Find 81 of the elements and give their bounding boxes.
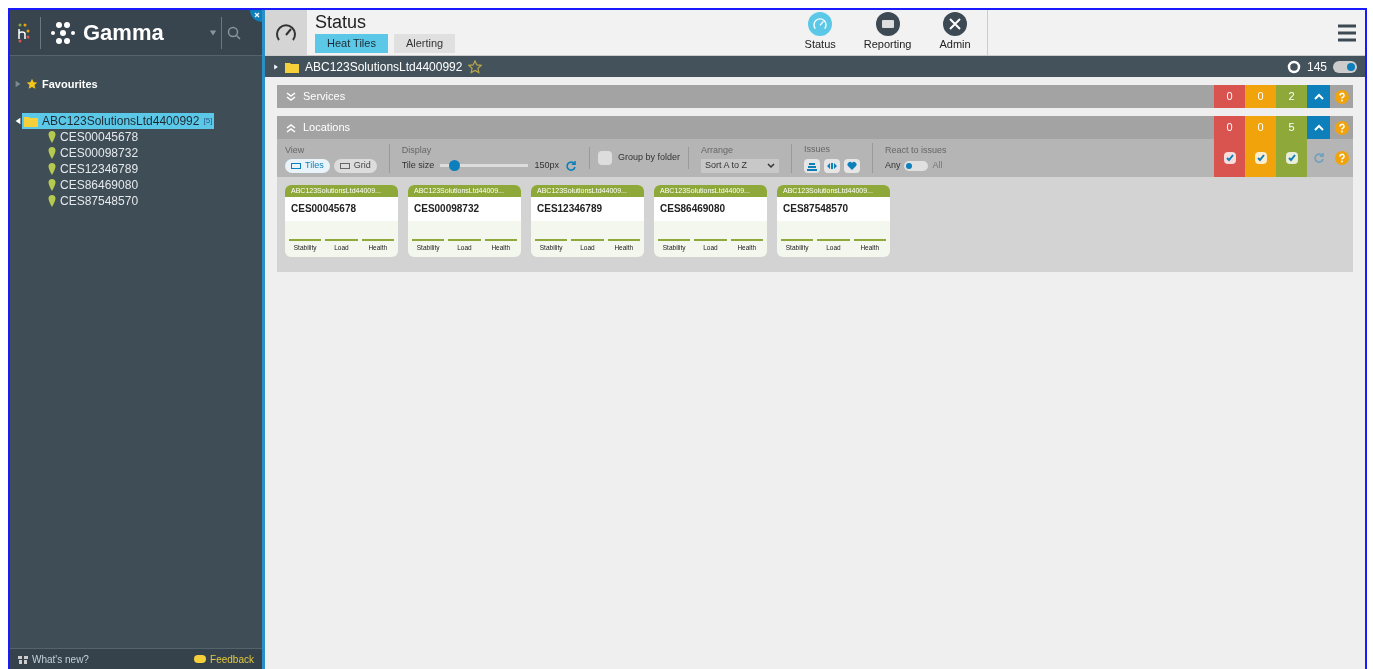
help-icon[interactable]: [1334, 120, 1349, 135]
collapse-arrow-icon[interactable]: [14, 116, 22, 125]
feedback-link[interactable]: Feedback: [210, 651, 254, 667]
tree-item[interactable]: CES00045678: [46, 128, 141, 145]
folder-icon: [24, 114, 38, 127]
location-pin-icon: [48, 194, 56, 207]
nav-button[interactable]: Status: [804, 12, 836, 53]
help-icon[interactable]: [1334, 151, 1349, 165]
arrows-icon[interactable]: [823, 158, 840, 173]
location-pin-icon: [48, 130, 56, 143]
tile-size-value: 150px: [534, 159, 559, 172]
section-header[interactable]: Locations 0 0 5: [277, 116, 1353, 139]
favourites-label[interactable]: Favourites: [42, 76, 98, 93]
tile-name: CES87548570: [777, 197, 890, 221]
search-icon[interactable]: [226, 24, 242, 41]
section-title: Locations: [303, 120, 351, 136]
stack-icon[interactable]: [803, 158, 820, 173]
arrange-label: Arrange: [700, 143, 734, 157]
help-icon[interactable]: [1334, 89, 1349, 104]
tile-size-label: Tile size: [401, 159, 435, 172]
tree-item[interactable]: CES12346789: [46, 160, 141, 177]
checkbox[interactable]: [1285, 152, 1298, 164]
tree-item[interactable]: CES87548570: [46, 192, 141, 209]
reset-icon[interactable]: [564, 159, 577, 172]
display-label: Display: [401, 143, 433, 157]
star-icon: [26, 78, 38, 91]
location-pin-icon: [48, 162, 56, 175]
tree-item[interactable]: CES86469080: [46, 176, 141, 193]
chevron-down-icon: [766, 162, 775, 169]
menu-icon[interactable]: [1337, 22, 1357, 43]
expand-arrow-icon[interactable]: [273, 63, 279, 70]
location-pin-icon: [48, 178, 56, 191]
heart-icon[interactable]: [843, 158, 860, 173]
folder-icon: [285, 60, 299, 73]
star-outline-icon[interactable]: [468, 59, 483, 74]
tile-name: CES12346789: [531, 197, 644, 221]
refresh-ring-icon: [1286, 59, 1301, 74]
checkbox[interactable]: [1223, 152, 1236, 164]
nav-button[interactable]: Reporting: [863, 12, 912, 53]
brand-name: Gamma: [83, 19, 164, 47]
refresh-count: 145: [1306, 58, 1327, 75]
section-title: Services: [303, 89, 346, 105]
react-toggle[interactable]: [904, 160, 929, 171]
location-pin-icon: [48, 146, 56, 159]
chevron-up-icon[interactable]: [1313, 123, 1324, 132]
nav-button[interactable]: Admin: [939, 12, 971, 53]
tile-name: CES86469080: [654, 197, 767, 221]
group-checkbox[interactable]: [597, 151, 612, 165]
chevrons-up-icon[interactable]: [285, 121, 297, 134]
issues-label: Issues: [803, 143, 831, 157]
speech-bubble-icon: [194, 655, 207, 663]
chevron-up-icon[interactable]: [1313, 92, 1324, 101]
folder-name: ABC123SolutionsLtd4400992: [42, 112, 200, 129]
view-label: View: [285, 143, 306, 157]
status-count[interactable]: 0: [1214, 116, 1245, 139]
breadcrumb-label[interactable]: ABC123SolutionsLtd4400992: [305, 58, 463, 75]
tab[interactable]: Alerting: [393, 34, 456, 53]
status-count[interactable]: 0: [1214, 85, 1245, 108]
checkbox[interactable]: [1254, 152, 1267, 164]
view-toggle[interactable]: Grid: [333, 159, 377, 173]
brand-dots-icon: [49, 20, 77, 45]
dropdown-icon[interactable]: [209, 28, 217, 37]
whats-new-link[interactable]: What's new?: [32, 651, 89, 667]
item-count: [5]: [203, 114, 213, 127]
tree-item[interactable]: CES00098732: [46, 144, 141, 161]
section-header[interactable]: Services 0 0 2: [277, 85, 1353, 108]
slider-thumb[interactable]: [448, 160, 460, 172]
auto-refresh-toggle[interactable]: [1333, 60, 1357, 73]
chevrons-down-icon[interactable]: [285, 90, 297, 103]
tab[interactable]: Heat Tiles: [315, 34, 388, 53]
tile-name: CES00045678: [285, 197, 398, 221]
group-by-folder-label: Group by folder: [617, 151, 680, 165]
view-toggle[interactable]: Tiles: [285, 159, 330, 173]
page-title: Status: [315, 12, 368, 33]
table-icon: [875, 12, 900, 37]
tree-item[interactable]: ABC123SolutionsLtd4400992 [5]: [22, 112, 215, 129]
react-label: React to issues: [884, 143, 947, 157]
tile-name: CES00098732: [408, 197, 521, 221]
close-icon[interactable]: [250, 10, 262, 22]
any-label: Any: [884, 159, 901, 172]
arrange-select[interactable]: Sort A to Z: [700, 159, 779, 173]
